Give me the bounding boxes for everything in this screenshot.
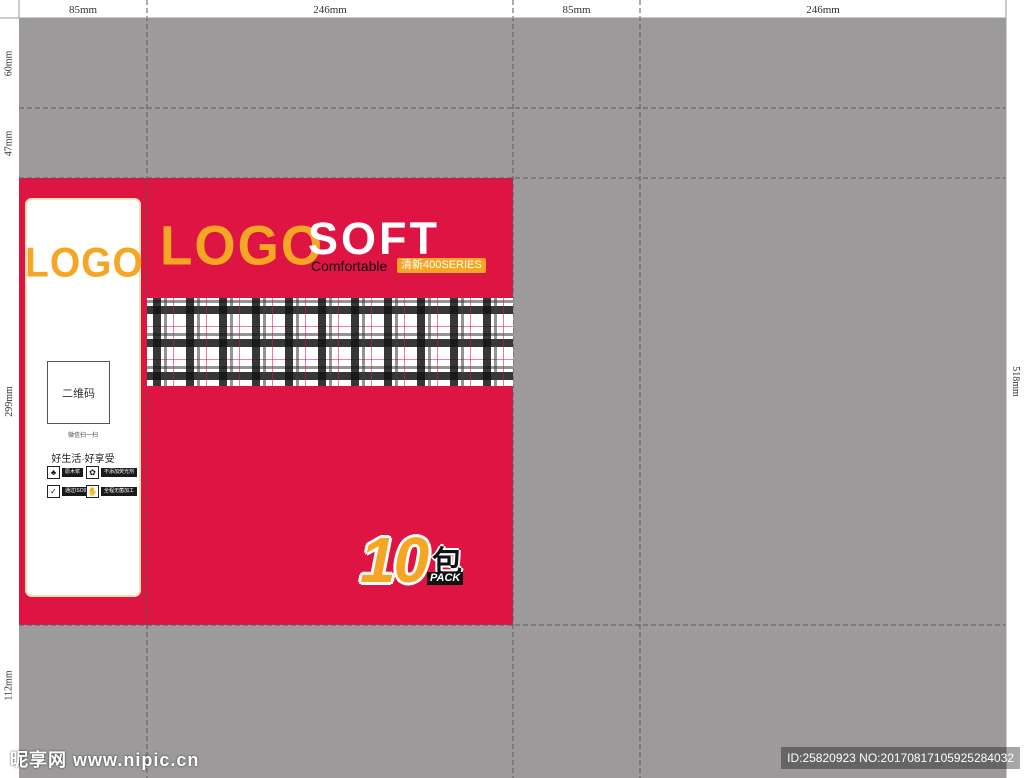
brand-logo: LOGO bbox=[160, 215, 325, 277]
qr-caption: 微信扫一扫 bbox=[67, 433, 98, 439]
cert-badge-1: ♣ 原木浆 bbox=[47, 465, 84, 479]
tagline: Comfortable bbox=[311, 258, 388, 274]
side-logo: LOGO bbox=[25, 240, 144, 287]
tree-icon: ♣ bbox=[47, 465, 60, 479]
cert-badge-2: ✿ 不添加荧光剂 bbox=[86, 465, 138, 479]
slogan: 好生活·好享受 bbox=[51, 454, 115, 465]
plaid-band bbox=[147, 298, 513, 386]
cert-badge-4: ✋ 全程无菌加工 bbox=[86, 484, 138, 498]
packaging-dieline: 85mm 246mm 85mm 246mm 60mm 47mm 299mm 11… bbox=[0, 0, 1024, 778]
fold-lines bbox=[0, 0, 1007, 778]
pack-count: 10 bbox=[360, 524, 429, 596]
site-watermark: 昵享网 www.nipic.cn bbox=[10, 750, 200, 770]
qr-label: 二维码 bbox=[62, 387, 95, 400]
cert-text-1: 原木浆 bbox=[62, 467, 84, 477]
pack-word: PACK bbox=[427, 572, 464, 585]
id-watermark: ID:25820923 NO:20170817105925284032 bbox=[781, 747, 1020, 769]
hand-icon: ✋ bbox=[86, 484, 99, 498]
cert-text-2: 不添加荧光剂 bbox=[101, 467, 138, 477]
leaf-icon: ✿ bbox=[86, 465, 99, 479]
quality-icon: ✓ bbox=[47, 484, 60, 498]
cert-text-4: 全程无菌加工 bbox=[101, 486, 138, 496]
qr-code-placeholder: 二维码 bbox=[47, 361, 110, 424]
series-badge: 清新400SERIES bbox=[397, 258, 486, 273]
